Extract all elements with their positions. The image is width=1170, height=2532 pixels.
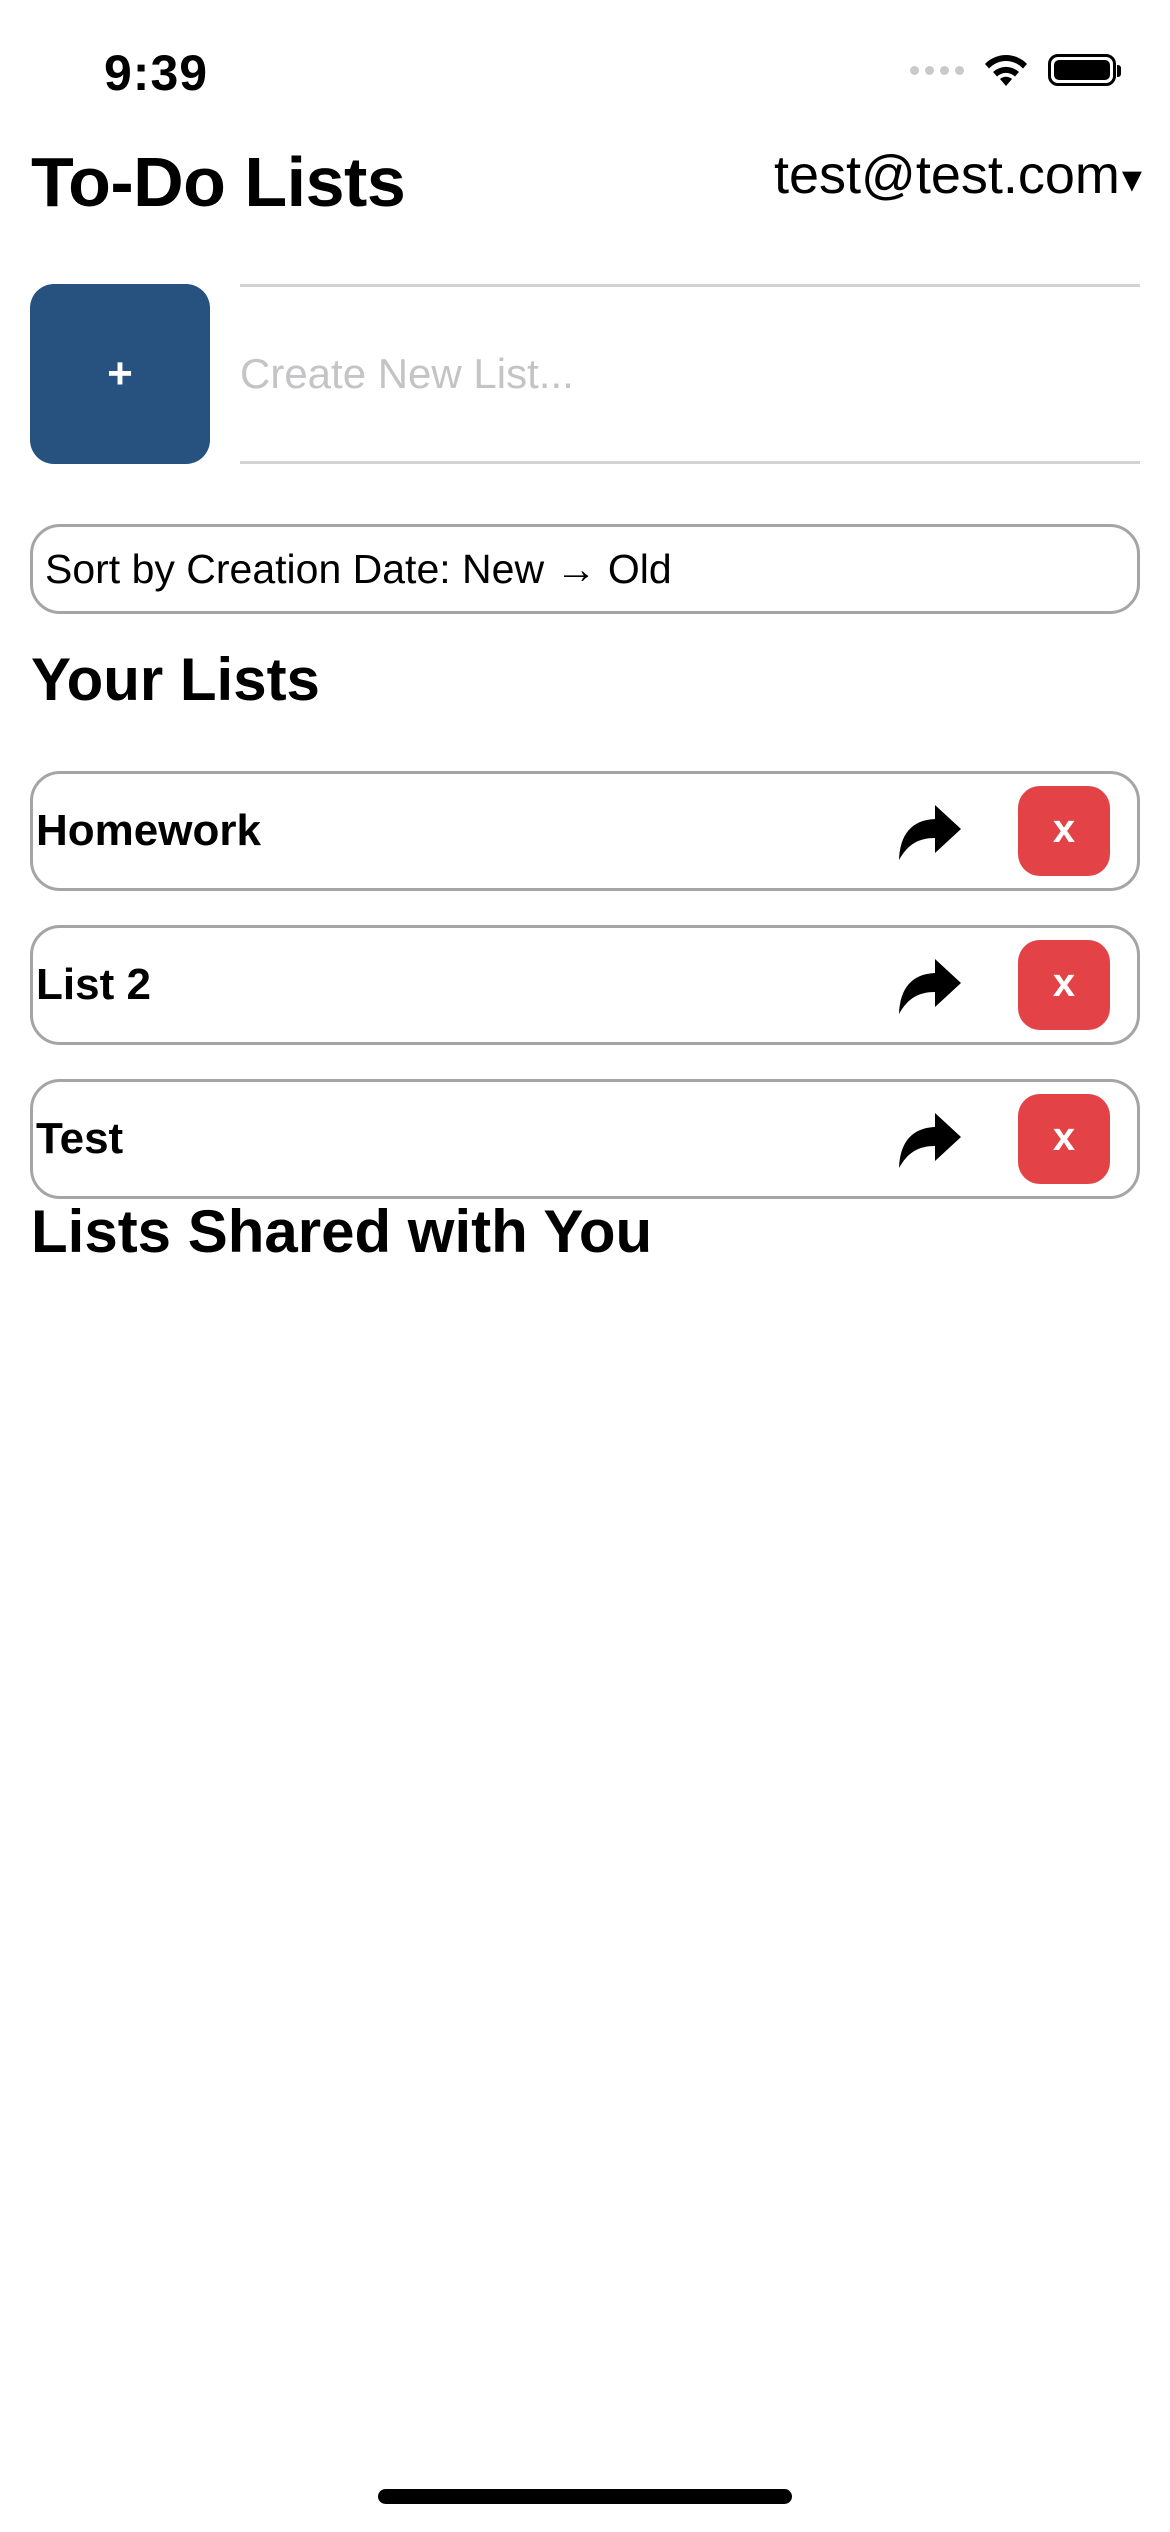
user-email: test@test.com	[774, 145, 1120, 205]
list-item[interactable]: List 2 x	[30, 925, 1140, 1045]
list-item[interactable]: Test x	[30, 1079, 1140, 1199]
user-menu-button[interactable]: test@test.com ▾	[774, 144, 1142, 206]
list-item-name: Homework	[36, 806, 261, 855]
page-title: To-Do Lists	[31, 143, 406, 221]
share-arrow-icon	[899, 959, 961, 1014]
new-list-input[interactable]	[240, 284, 1140, 464]
delete-button[interactable]: x	[1018, 786, 1110, 876]
battery-icon	[1048, 54, 1121, 86]
delete-button[interactable]: x	[1018, 940, 1110, 1030]
chevron-down-icon: ▾	[1121, 157, 1142, 201]
share-button[interactable]	[895, 952, 965, 1018]
list-item-name: Test	[36, 1114, 124, 1163]
share-arrow-icon	[899, 805, 961, 860]
list-item[interactable]: Homework x	[30, 771, 1140, 891]
your-lists-heading: Your Lists	[31, 646, 320, 713]
home-indicator[interactable]	[378, 2489, 792, 2504]
share-button[interactable]	[895, 798, 965, 864]
share-arrow-icon	[899, 1113, 961, 1168]
delete-button[interactable]: x	[1018, 1094, 1110, 1184]
status-icons	[910, 52, 1121, 88]
wifi-icon	[985, 55, 1027, 86]
shared-lists-heading: Lists Shared with You	[31, 1198, 653, 1265]
share-button[interactable]	[895, 1106, 965, 1172]
signal-icon	[910, 65, 964, 75]
sort-picker-label: Sort by Creation Date: New → Old	[45, 545, 672, 592]
add-list-button[interactable]: +	[30, 284, 210, 464]
list-item-name: List 2	[36, 960, 151, 1009]
sort-picker[interactable]: Sort by Creation Date: New → Old	[30, 524, 1140, 614]
status-time: 9:39	[104, 45, 209, 101]
status-bar: 9:39	[0, 0, 1170, 140]
